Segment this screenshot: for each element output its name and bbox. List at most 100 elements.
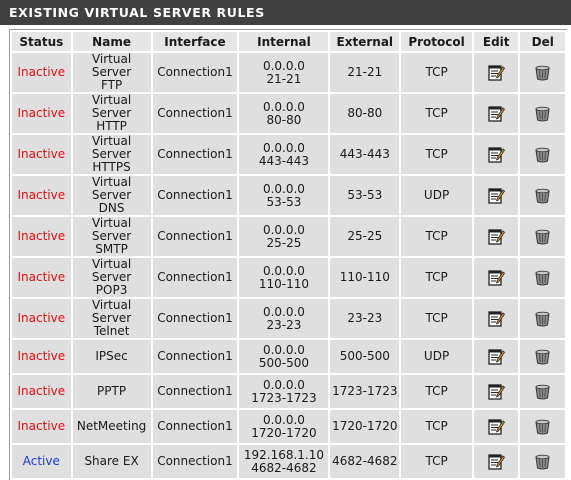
protocol-cell: TCP	[401, 299, 472, 338]
internal-cell: 0.0.0.0 500-500	[239, 340, 329, 373]
internal-ip: 0.0.0.0	[262, 304, 305, 319]
external-cell: 4682-4682	[330, 445, 400, 478]
trash-can-icon	[535, 229, 550, 245]
edit-button[interactable]	[473, 410, 519, 443]
internal-ip: 0.0.0.0	[262, 412, 305, 427]
internal-cell: 192.168.1.10 4682-4682	[239, 445, 329, 478]
status-text: Active	[22, 454, 60, 468]
internal-cell: 0.0.0.0 21-21	[239, 53, 329, 92]
panel-title: EXISTING VIRTUAL SERVER RULES	[0, 0, 571, 25]
internal-ports: 23-23	[266, 317, 302, 332]
trash-can-icon	[535, 311, 550, 327]
delete-button[interactable]	[520, 258, 565, 297]
internal-ip: 0.0.0.0	[262, 263, 305, 278]
edit-notepad-icon	[488, 454, 505, 470]
delete-button[interactable]	[520, 135, 565, 174]
interface-cell: Connection1	[152, 135, 238, 174]
name-line-1: PPTP	[97, 384, 127, 398]
internal-ip: 0.0.0.0	[262, 377, 305, 392]
interface-cell: Connection1	[152, 299, 238, 338]
table-row-8: Inactive IPSec Connection1 0.0.0.0 500-5…	[12, 340, 565, 373]
trash-can-icon	[535, 147, 550, 163]
interface-cell: Connection1	[152, 258, 238, 297]
edit-notepad-icon	[488, 188, 505, 204]
edit-button[interactable]	[473, 340, 519, 373]
status-text: Inactive	[17, 384, 66, 398]
name-cell: Virtual Server DNS	[72, 175, 151, 215]
delete-button[interactable]	[520, 217, 565, 256]
name-line-2: HTTP	[96, 119, 127, 133]
edit-button[interactable]	[473, 135, 519, 174]
protocol-cell: UDP	[401, 340, 472, 373]
protocol-cell: TCP	[401, 53, 472, 92]
interface-cell: Connection1	[152, 53, 238, 92]
name-line-1: Share EX	[84, 454, 139, 468]
name-cell: Virtual Server HTTPS	[72, 134, 151, 174]
internal-cell: 0.0.0.0 1723-1723	[239, 375, 329, 408]
status-text: Inactive	[17, 229, 66, 243]
table-row-7: Inactive Virtual Server Telnet Connectio…	[12, 299, 565, 338]
protocol-cell: TCP	[401, 258, 472, 297]
edit-notepad-icon	[488, 65, 505, 81]
internal-cell: 0.0.0.0 80-80	[239, 94, 329, 133]
edit-button[interactable]	[473, 375, 519, 408]
internal-ports: 1723-1723	[251, 390, 317, 405]
status-text: Inactive	[17, 106, 66, 120]
internal-ip: 0.0.0.0	[262, 342, 305, 357]
interface-cell: Connection1	[152, 217, 238, 256]
internal-cell: 0.0.0.0 25-25	[239, 217, 329, 256]
trash-can-icon	[535, 188, 550, 204]
trash-can-icon	[535, 65, 550, 81]
delete-button[interactable]	[520, 176, 565, 215]
status-cell: Inactive	[12, 340, 71, 373]
column-header-status: Status	[12, 32, 71, 51]
delete-button[interactable]	[520, 340, 565, 373]
internal-ports: 80-80	[266, 112, 302, 127]
interface-cell: Connection1	[152, 375, 238, 408]
protocol-cell: TCP	[401, 445, 472, 478]
name-line-1: Virtual Server	[91, 134, 132, 161]
table-row-9: Inactive PPTP Connection1 0.0.0.0 1723-1…	[12, 375, 565, 408]
edit-button[interactable]	[473, 217, 519, 256]
internal-ip: 0.0.0.0	[262, 58, 305, 73]
edit-notepad-icon	[488, 384, 505, 400]
external-cell: 53-53	[330, 176, 400, 215]
status-cell: Inactive	[12, 375, 71, 408]
delete-button[interactable]	[520, 53, 565, 92]
edit-notepad-icon	[488, 419, 505, 435]
edit-button[interactable]	[473, 94, 519, 133]
internal-ip: 0.0.0.0	[262, 181, 305, 196]
edit-button[interactable]	[473, 258, 519, 297]
edit-button[interactable]	[473, 445, 519, 478]
internal-ip: 0.0.0.0	[262, 99, 305, 114]
edit-button[interactable]	[473, 53, 519, 92]
delete-button[interactable]	[520, 410, 565, 443]
edit-button[interactable]	[473, 299, 519, 338]
trash-can-icon	[535, 454, 550, 470]
name-line-1: NetMeeting	[76, 419, 147, 433]
name-cell: Virtual Server SMTP	[72, 217, 151, 256]
edit-button[interactable]	[473, 176, 519, 215]
name-cell: Virtual Server HTTP	[72, 94, 151, 133]
protocol-cell: TCP	[401, 410, 472, 443]
edit-notepad-icon	[488, 106, 505, 122]
delete-button[interactable]	[520, 445, 565, 478]
name-line-1: Virtual Server	[91, 175, 132, 202]
delete-button[interactable]	[520, 299, 565, 338]
delete-button[interactable]	[520, 375, 565, 408]
table-row-11: Active Share EX Connection1 192.168.1.10…	[12, 445, 565, 478]
table-row-2: Inactive Virtual Server HTTP Connection1…	[12, 94, 565, 133]
status-cell: Inactive	[12, 176, 71, 215]
delete-button[interactable]	[520, 94, 565, 133]
edit-notepad-icon	[488, 311, 505, 327]
table-row-4: Inactive Virtual Server DNS Connection1 …	[12, 176, 565, 215]
internal-ports: 53-53	[266, 194, 302, 209]
status-cell: Active	[12, 445, 71, 478]
column-header-edit: Edit	[473, 32, 519, 51]
interface-cell: Connection1	[152, 94, 238, 133]
internal-ports: 4682-4682	[251, 460, 317, 475]
table-row-6: Inactive Virtual Server POP3 Connection1…	[12, 258, 565, 297]
internal-ports: 25-25	[266, 235, 302, 250]
name-cell: Virtual Server Telnet	[72, 299, 151, 338]
table-row-5: Inactive Virtual Server SMTP Connection1…	[12, 217, 565, 256]
